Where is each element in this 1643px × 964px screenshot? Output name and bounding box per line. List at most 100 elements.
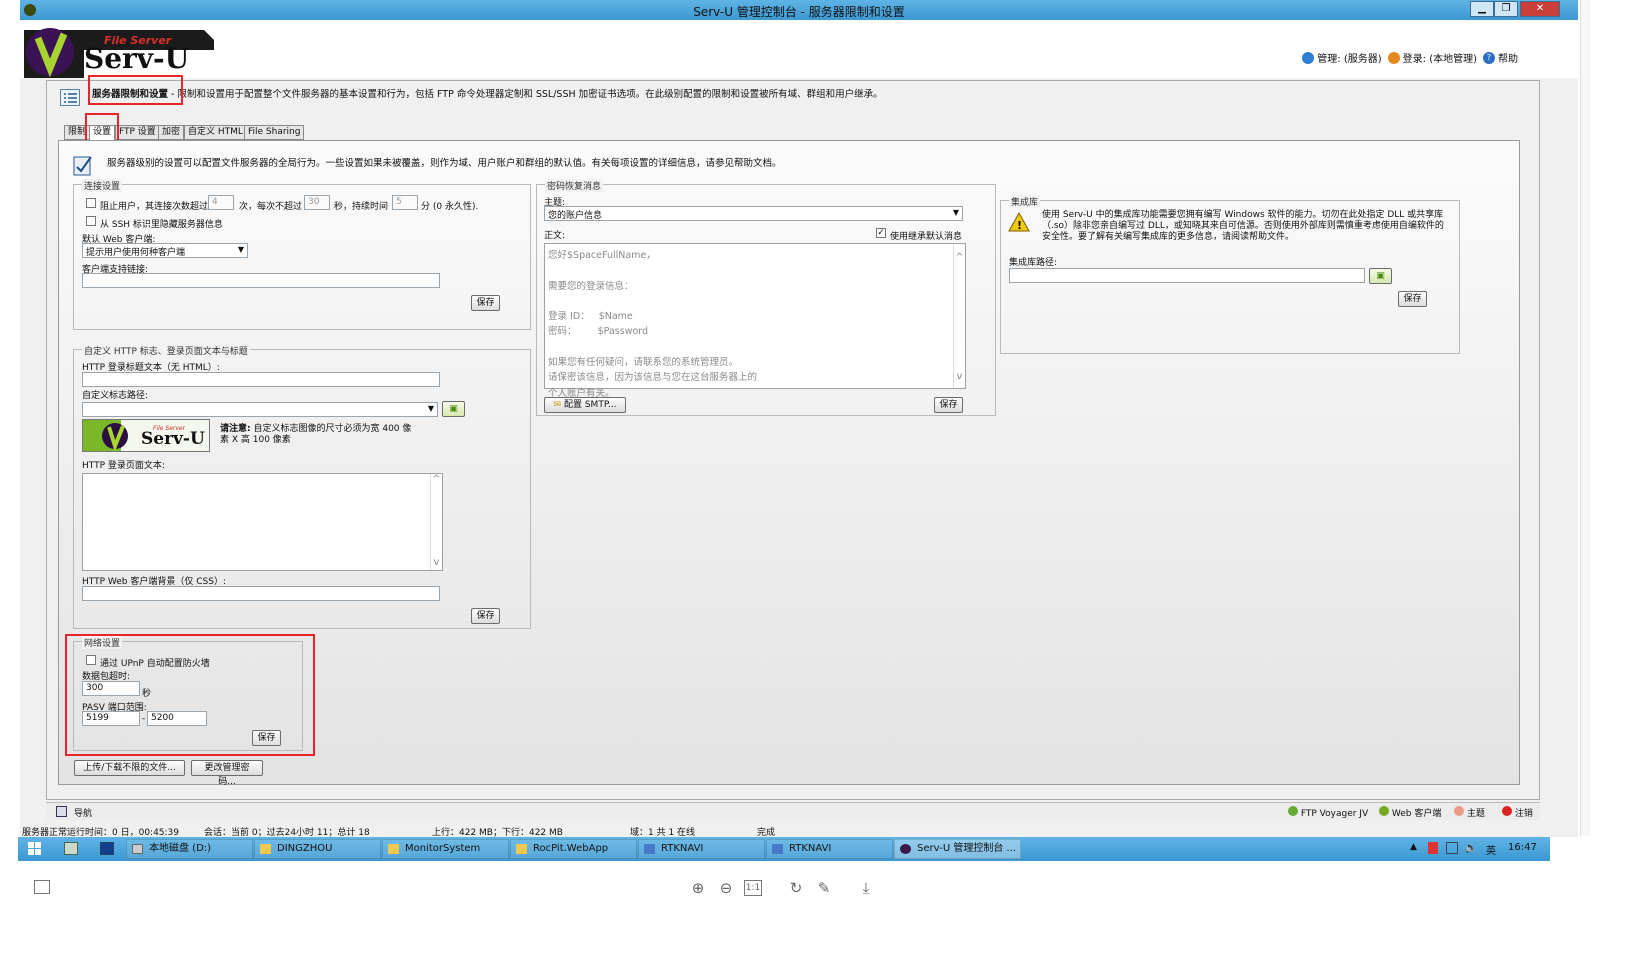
svg-text:Serv-U: Serv-U xyxy=(141,429,205,449)
message-body-line: 登录 ID： $Name xyxy=(548,311,633,323)
ftp-voyager-icon xyxy=(1288,806,1298,816)
start-icon[interactable] xyxy=(28,842,41,855)
block-count-input[interactable]: 4 xyxy=(208,195,234,210)
tab-encryption[interactable]: 加密 xyxy=(158,125,185,140)
task-rtknavi-2[interactable]: RTKNAVI xyxy=(766,839,893,859)
library-notice: 使用 Serv-U 中的集成库功能需要您拥有编写 Windows 软件的能力。切… xyxy=(1042,210,1444,242)
block-post-label: 分 (0 永久性). xyxy=(421,202,479,212)
tab-custom-html[interactable]: 自定义 HTML xyxy=(184,125,247,140)
login-link[interactable]: 登录: (本地管理) xyxy=(1387,50,1477,65)
block-minutes-input[interactable]: 5 xyxy=(392,195,418,210)
browse-logo-button[interactable]: ▣ xyxy=(442,401,465,417)
block-users-checkbox[interactable] xyxy=(86,198,96,208)
subject-value: 您的账户信息 xyxy=(548,211,603,221)
checklist-icon xyxy=(60,89,80,106)
subject-select[interactable]: 您的账户信息 ▼ xyxy=(544,206,963,221)
tab-file-sharing[interactable]: File Sharing xyxy=(244,125,305,140)
unlimited-files-button[interactable]: 上传/下载不限的文件... xyxy=(74,760,185,776)
zoom-in-icon[interactable]: ⊕ xyxy=(688,878,708,898)
tray-flag-icon[interactable] xyxy=(1428,842,1438,854)
message-body-line: 密码： $Password xyxy=(548,326,649,338)
ime-indicator[interactable]: 英 xyxy=(1486,842,1496,857)
help-link[interactable]: ? 帮助 xyxy=(1483,50,1518,65)
web-client-link[interactable]: Web 客户端 xyxy=(1379,806,1441,819)
css-input[interactable] xyxy=(82,586,440,601)
window-scrollbar[interactable] xyxy=(1580,0,1590,836)
rotate-icon[interactable]: ↻ xyxy=(786,878,806,898)
login-text-area[interactable]: ^ v xyxy=(82,473,443,571)
logo-path-select[interactable]: ▼ xyxy=(82,402,438,417)
title-bar: Serv-U 管理控制台 - 服务器限制和设置 ▁ ❐ ✕ xyxy=(20,0,1578,20)
block-seconds-input[interactable]: 30 xyxy=(304,195,330,210)
network-icon[interactable] xyxy=(1446,842,1458,854)
tray-chevron-up-icon[interactable]: ▲ xyxy=(1410,842,1417,852)
close-button[interactable]: ✕ xyxy=(1520,1,1560,17)
rtknavi-icon xyxy=(644,844,655,854)
custom-http-title: 自定义 HTTP 标志、登录页面文本与标题 xyxy=(82,344,250,357)
settings-icon xyxy=(73,153,93,176)
rtknavi-icon xyxy=(772,844,783,854)
theme-icon xyxy=(1454,806,1464,816)
drive-icon xyxy=(132,844,143,854)
block-mid-label: 次，每次不超过 xyxy=(239,202,303,212)
configure-smtp-button[interactable]: ✉ 配置 SMTP... xyxy=(544,397,626,413)
library-path-label: 集成库路径: xyxy=(1009,258,1058,268)
logo-title: Serv-U xyxy=(84,42,190,75)
chevron-down-icon: ▼ xyxy=(237,245,244,254)
admin-link[interactable]: 管理: (服务器) xyxy=(1302,50,1382,65)
task-servu[interactable]: Serv-U 管理控制台 ... xyxy=(894,839,1021,859)
ssh-hide-label: 从 SSH 标识里隐藏服务器信息 xyxy=(100,220,223,230)
theme-link[interactable]: 主题 xyxy=(1454,806,1485,819)
ftp-voyager-link[interactable]: FTP Voyager JV xyxy=(1288,806,1368,819)
message-body-line xyxy=(548,340,757,355)
library-path-input[interactable] xyxy=(1009,268,1365,283)
clock: 16:47 xyxy=(1508,842,1537,853)
change-admin-password-button[interactable]: 更改管理密码... xyxy=(191,760,263,787)
help-icon: ? xyxy=(1483,51,1495,64)
chevron-down-icon: ▼ xyxy=(952,208,959,217)
server-manager-icon[interactable] xyxy=(64,842,78,855)
scrollbar[interactable]: ^ v xyxy=(430,474,442,570)
chevron-up-icon: ^ xyxy=(432,474,441,485)
sidebar-toggle-icon[interactable] xyxy=(34,880,50,894)
password-recovery-save-button[interactable]: 保存 xyxy=(934,397,963,413)
edit-icon[interactable]: ✎ xyxy=(814,878,834,898)
zoom-out-icon[interactable]: ⊖ xyxy=(716,878,736,898)
login-title-input[interactable] xyxy=(82,372,440,387)
logo-path-label: 自定义标志路径: xyxy=(82,391,149,401)
ssh-hide-checkbox[interactable] xyxy=(86,216,96,226)
message-body-text: 您好$SpaceFullName， 需要您的登录信息： 登录 ID： $Name 密码… xyxy=(548,248,757,401)
chevron-down-icon: v xyxy=(433,557,440,568)
task-monitorsystem[interactable]: MonitorSystem xyxy=(382,839,509,859)
web-client-value: 提示用户使用何种客户端 xyxy=(86,248,186,258)
logout-link[interactable]: 注销 xyxy=(1502,806,1533,819)
logo-preview: Serv-U File Server xyxy=(82,419,210,452)
task-local-disk[interactable]: 本地磁盘 (D:) xyxy=(126,839,253,859)
mail-icon: ✉ xyxy=(553,400,562,410)
message-body-area[interactable]: 您好$SpaceFullName， 需要您的登录信息： 登录 ID： $Name 密码… xyxy=(544,243,966,399)
nav-label[interactable]: 导航 xyxy=(74,806,92,819)
web-client-select[interactable]: 提示用户使用何种客户端 ▼ xyxy=(82,243,248,258)
chevron-down-icon: v xyxy=(956,371,963,382)
chevron-down-icon: ▼ xyxy=(427,404,434,413)
custom-http-save-button[interactable]: 保存 xyxy=(471,608,500,624)
block-mid2-label: 秒，持续时间 xyxy=(334,202,389,212)
task-rocpit[interactable]: RocPit.WebApp xyxy=(510,839,637,859)
actual-size-icon[interactable]: 1:1 xyxy=(744,880,762,896)
task-rtknavi-1[interactable]: RTKNAVI xyxy=(638,839,765,859)
support-link-input[interactable] xyxy=(82,273,440,288)
library-save-button[interactable]: 保存 xyxy=(1398,291,1427,307)
powershell-icon[interactable] xyxy=(100,842,114,855)
browse-library-button[interactable]: ▣ xyxy=(1369,268,1392,284)
scrollbar[interactable]: ^ v xyxy=(953,244,965,388)
connection-save-button[interactable]: 保存 xyxy=(471,295,500,311)
download-icon[interactable]: ⤓ xyxy=(856,878,876,898)
folder-icon xyxy=(516,844,527,854)
restore-button[interactable]: ❐ xyxy=(1494,1,1518,17)
task-dingzhou[interactable]: DINGZHOU xyxy=(254,839,381,859)
volume-icon[interactable]: 🔈 xyxy=(1464,841,1478,854)
connection-settings-title: 连接设置 xyxy=(82,179,123,192)
tab-ftp-settings[interactable]: FTP 设置 xyxy=(115,125,160,140)
minimize-button[interactable]: ▁ xyxy=(1470,1,1494,17)
inherit-default-checkbox[interactable]: ✓ xyxy=(876,228,886,238)
